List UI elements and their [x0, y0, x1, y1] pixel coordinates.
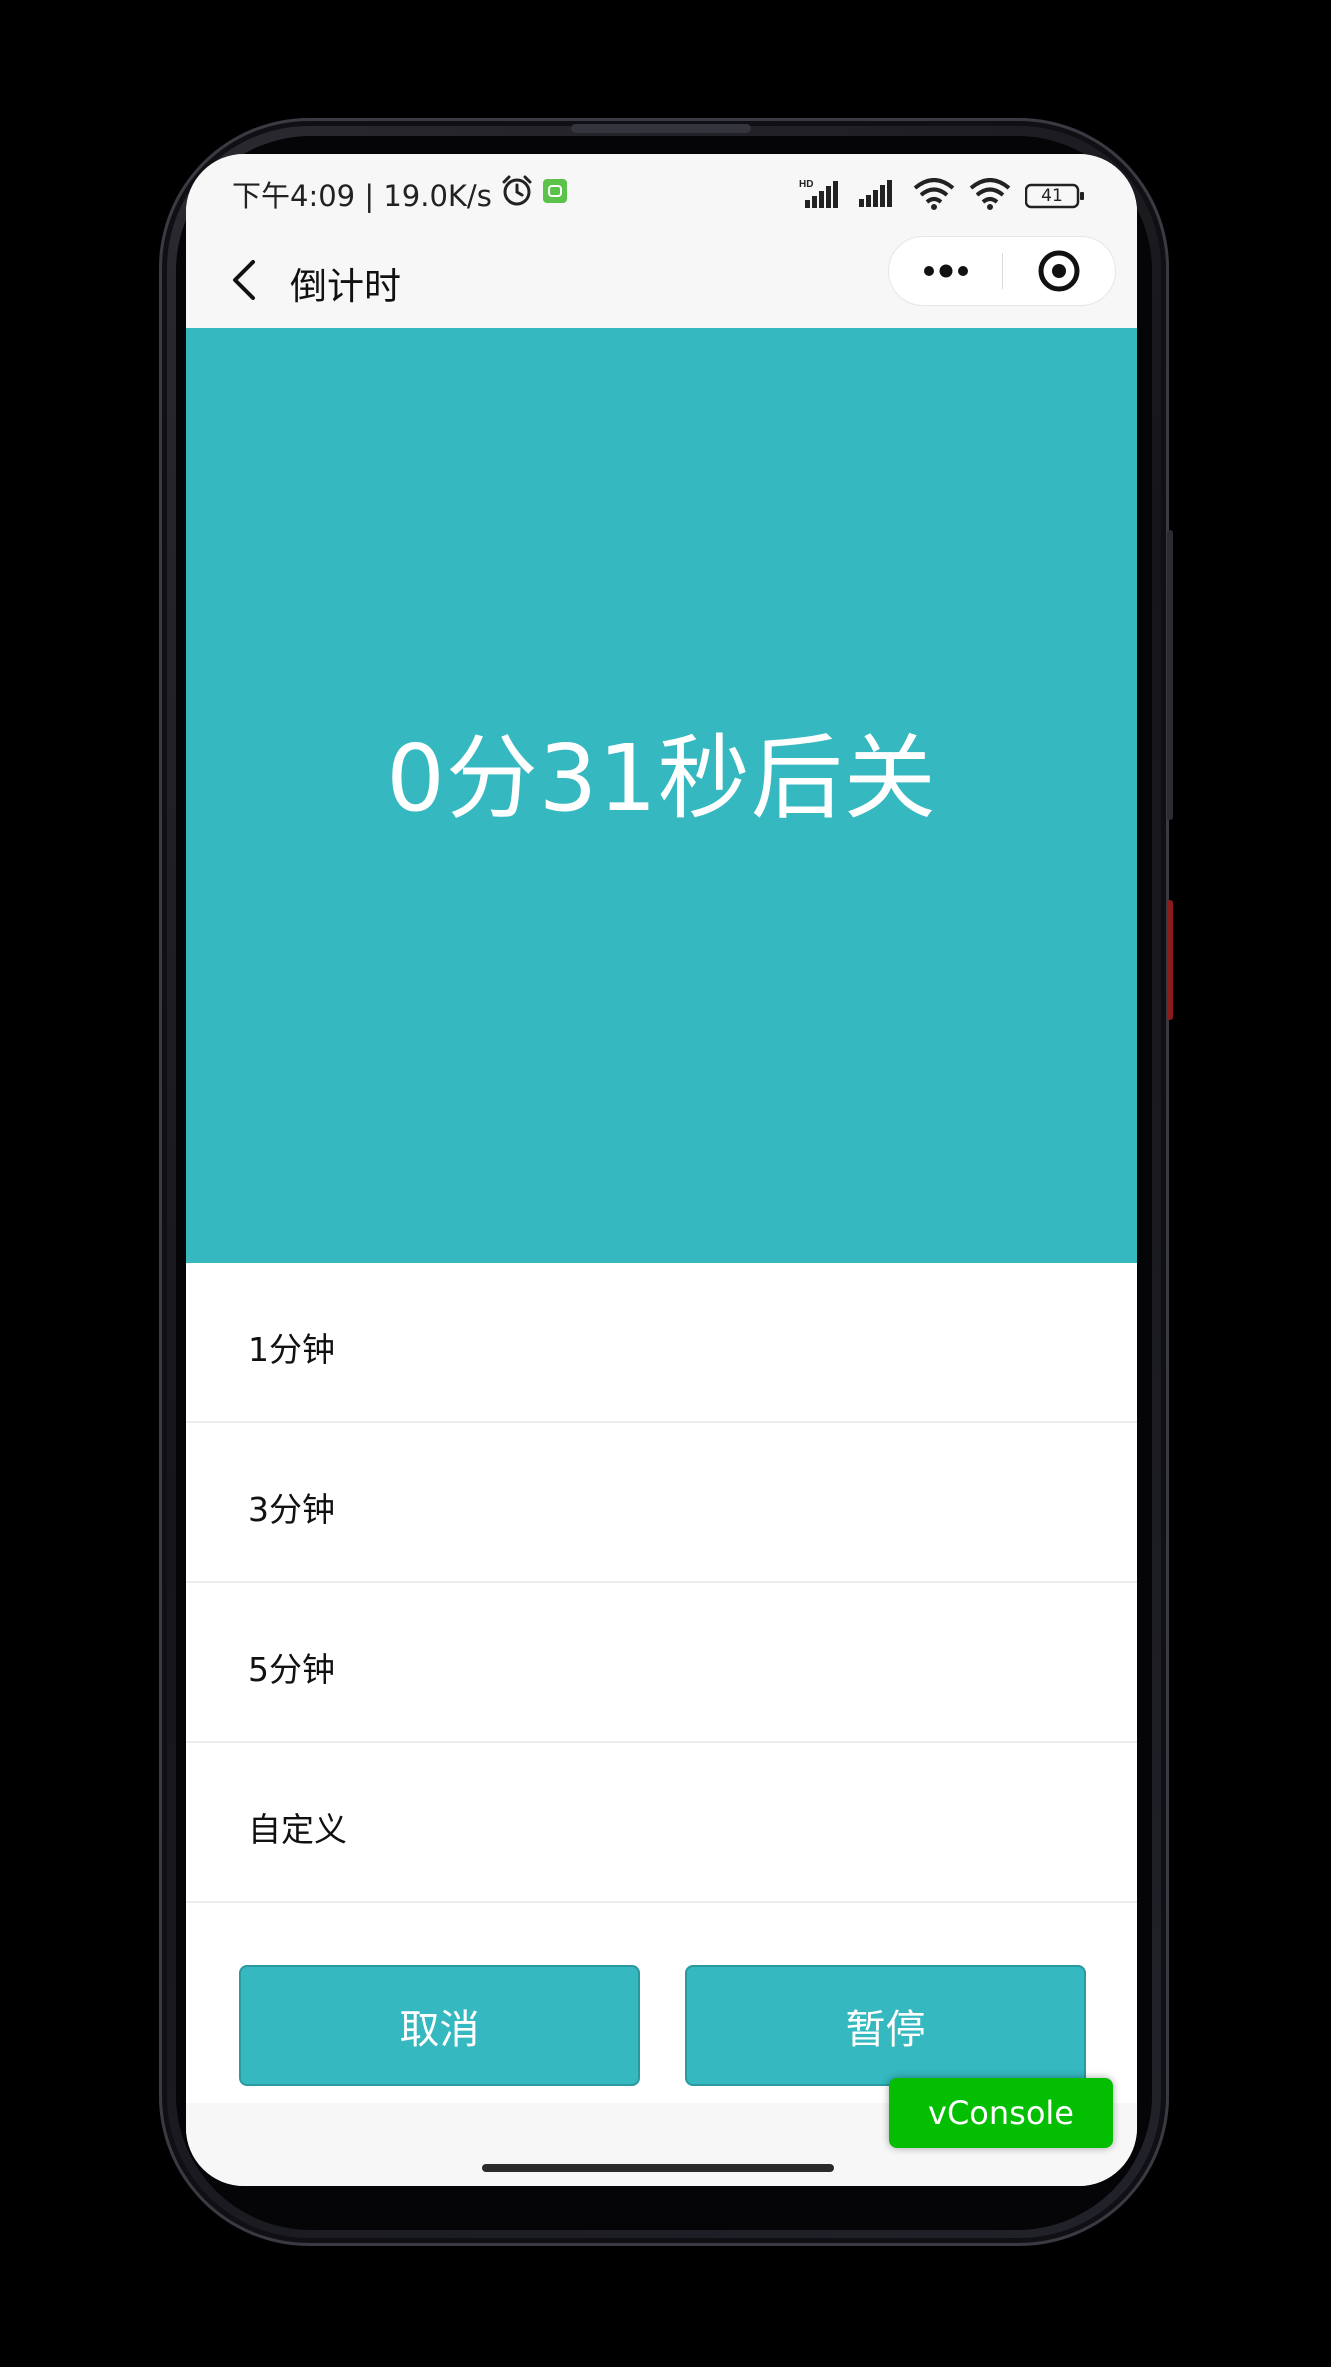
signal-icon [857, 179, 899, 213]
app-notification-icon [542, 177, 568, 211]
option-label: 5分钟 [248, 1650, 335, 1689]
countdown-text: 0分31秒后关 [386, 725, 937, 832]
page-title: 倒计时 [290, 265, 401, 308]
option-1-minute[interactable]: 1分钟 [186, 1263, 1137, 1423]
target-icon[interactable] [1003, 237, 1115, 305]
status-time-speed: 下午4:09 | 19.0K/s [232, 179, 492, 213]
wifi-icon [969, 178, 1011, 214]
option-label: 3分钟 [248, 1490, 335, 1529]
volume-button [1167, 530, 1173, 820]
vconsole-button[interactable]: vConsole [889, 2078, 1113, 2148]
status-left: 下午4:09 | 19.0K/s [232, 174, 568, 214]
cancel-button[interactable]: 取消 [239, 1965, 640, 2086]
home-indicator[interactable] [482, 2164, 834, 2172]
hd-signal-icon: HD [799, 178, 843, 214]
button-area: 取消 暂停 [186, 1903, 1137, 2103]
status-right: HD 41 [799, 176, 1085, 216]
battery-icon: 41 [1025, 183, 1085, 209]
more-dots-icon[interactable] [889, 237, 1002, 305]
battery-level: 41 [1041, 186, 1063, 206]
chevron-left-icon[interactable] [216, 252, 272, 308]
status-bar: 下午4:09 | 19.0K/s HD 41 [186, 154, 1137, 232]
option-label: 自定义 [248, 1810, 347, 1849]
option-3-minutes[interactable]: 3分钟 [186, 1423, 1137, 1583]
timer-options-list: 1分钟 3分钟 5分钟 自定义 [186, 1263, 1137, 1903]
option-label: 1分钟 [248, 1330, 335, 1369]
mini-program-capsule [888, 236, 1116, 306]
wifi-icon [913, 178, 955, 214]
countdown-panel: 0分31秒后关 [186, 328, 1137, 1263]
alarm-icon [500, 174, 534, 215]
phone-screen: 下午4:09 | 19.0K/s HD 41 倒计时 0分31秒后关 1分钟 3… [186, 154, 1137, 2186]
power-button [1167, 900, 1173, 1020]
stage: 下午4:09 | 19.0K/s HD 41 倒计时 0分31秒后关 1分钟 3… [0, 0, 1331, 2367]
svg-text:HD: HD [799, 179, 813, 190]
option-custom[interactable]: 自定义 [186, 1743, 1137, 1903]
speaker-slot [571, 124, 751, 133]
option-5-minutes[interactable]: 5分钟 [186, 1583, 1137, 1743]
pause-button[interactable]: 暂停 [685, 1965, 1086, 2086]
nav-bar: 倒计时 [186, 232, 1137, 328]
